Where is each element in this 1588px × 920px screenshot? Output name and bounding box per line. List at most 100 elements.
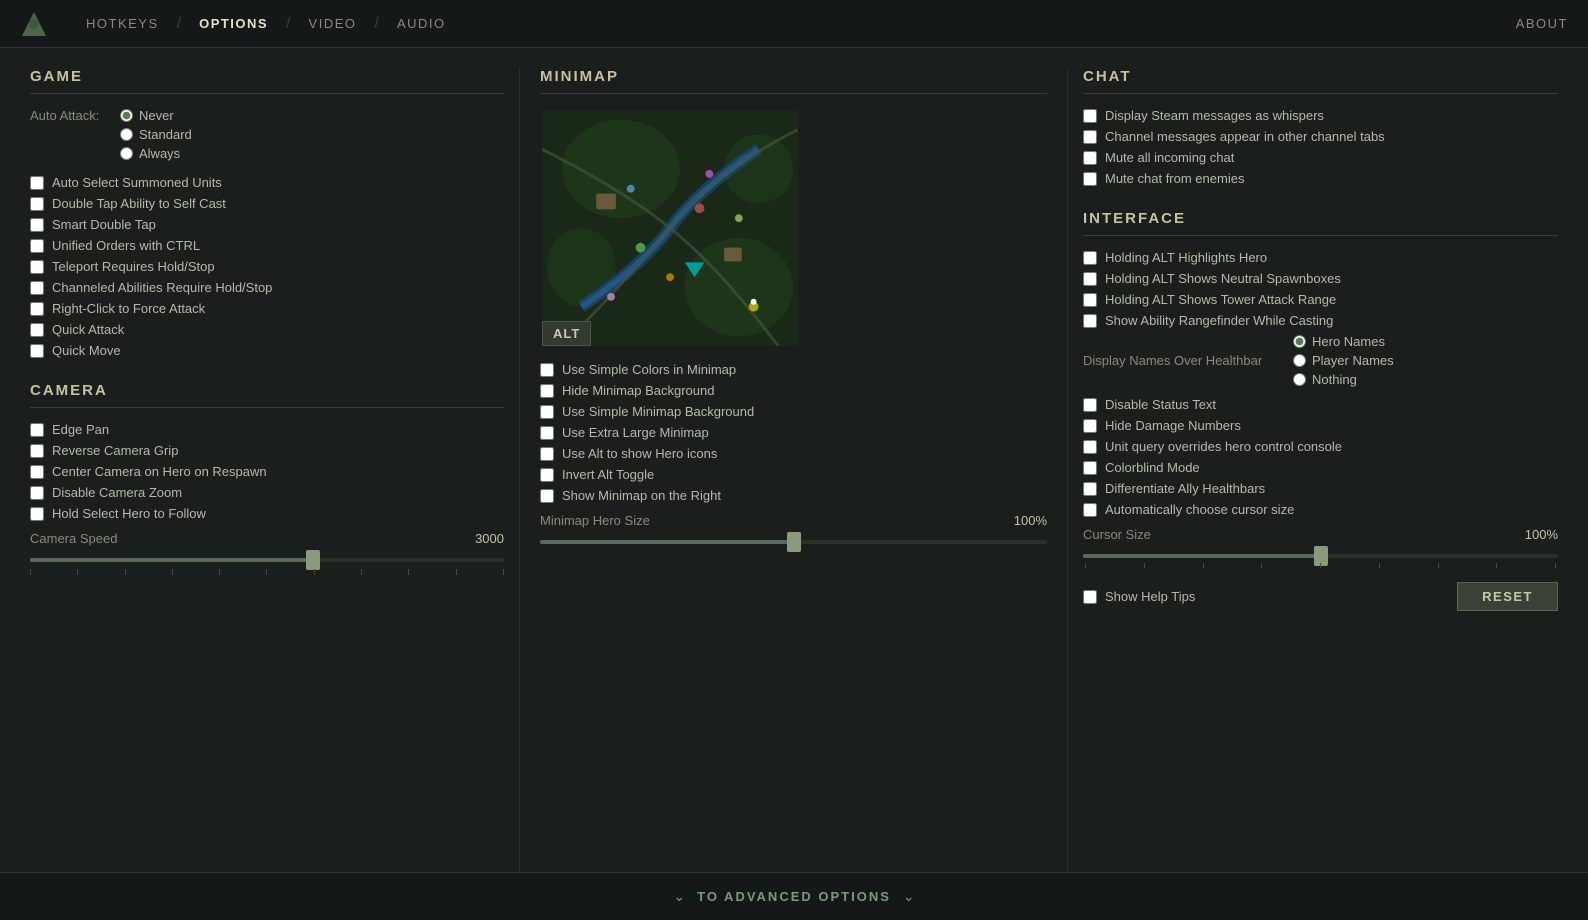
nav-about[interactable]: ABOUT [1516, 16, 1568, 31]
auto-attack-never-radio[interactable] [120, 109, 133, 122]
nav-video[interactable]: VIDEO [291, 0, 375, 48]
game-check-quick-move[interactable]: Quick Move [30, 343, 504, 358]
double-tap-checkbox[interactable] [30, 197, 44, 211]
unified-label: Unified Orders with CTRL [52, 238, 200, 253]
iface-check-hide-damage[interactable]: Hide Damage Numbers [1083, 418, 1558, 433]
game-check-auto-select[interactable]: Auto Select Summoned Units [30, 175, 504, 190]
game-check-unified[interactable]: Unified Orders with CTRL [30, 238, 504, 253]
minimap-check-alt-icons[interactable]: Use Alt to show Hero icons [540, 446, 1047, 461]
camera-speed-input[interactable] [30, 558, 504, 562]
auto-attack-always-radio[interactable] [120, 147, 133, 160]
hide-bg-checkbox[interactable] [540, 384, 554, 398]
steam-whispers-checkbox[interactable] [1083, 109, 1097, 123]
auto-attack-never-label[interactable]: Never [139, 108, 174, 123]
iface-check-holding-alt-tower[interactable]: Holding ALT Shows Tower Attack Range [1083, 292, 1558, 307]
disable-zoom-checkbox[interactable] [30, 486, 44, 500]
camera-check-edge-pan[interactable]: Edge Pan [30, 422, 504, 437]
mute-incoming-checkbox[interactable] [1083, 151, 1097, 165]
ability-range-checkbox[interactable] [1083, 314, 1097, 328]
dn-player-radio[interactable] [1293, 354, 1306, 367]
quick-move-checkbox[interactable] [30, 344, 44, 358]
chat-check-mute-enemies[interactable]: Mute chat from enemies [1083, 171, 1558, 186]
show-help-checkbox[interactable] [1083, 590, 1097, 604]
channel-msgs-label: Channel messages appear in other channel… [1105, 129, 1385, 144]
minimap-right-checkbox[interactable] [540, 489, 554, 503]
invert-alt-checkbox[interactable] [540, 468, 554, 482]
minimap-check-extra-large[interactable]: Use Extra Large Minimap [540, 425, 1047, 440]
chat-check-mute-incoming[interactable]: Mute all incoming chat [1083, 150, 1558, 165]
nav-options[interactable]: OPTIONS [181, 0, 286, 48]
minimap-check-invert-alt[interactable]: Invert Alt Toggle [540, 467, 1047, 482]
minimap-check-simple-colors[interactable]: Use Simple Colors in Minimap [540, 362, 1047, 377]
channel-msgs-checkbox[interactable] [1083, 130, 1097, 144]
nav-audio[interactable]: AUDIO [379, 0, 464, 48]
iface-check-holding-alt-spawn[interactable]: Holding ALT Shows Neutral Spawnboxes [1083, 271, 1558, 286]
auto-cursor-checkbox[interactable] [1083, 503, 1097, 517]
dn-nothing-radio[interactable] [1293, 373, 1306, 386]
iface-check-disable-status[interactable]: Disable Status Text [1083, 397, 1558, 412]
hero-size-input[interactable] [540, 540, 1047, 544]
advanced-options-link[interactable]: TO ADVANCED OPTIONS [697, 889, 891, 904]
channeled-checkbox[interactable] [30, 281, 44, 295]
holding-alt-spawn-checkbox[interactable] [1083, 272, 1097, 286]
nav-items: HOTKEYS / OPTIONS / VIDEO / AUDIO [68, 0, 1516, 48]
simple-bg-checkbox[interactable] [540, 405, 554, 419]
holding-alt-hero-checkbox[interactable] [1083, 251, 1097, 265]
show-help-row[interactable]: Show Help Tips [1083, 589, 1195, 604]
colorblind-checkbox[interactable] [1083, 461, 1097, 475]
reset-button[interactable]: RESET [1457, 582, 1558, 611]
dn-nothing-label[interactable]: Nothing [1312, 372, 1357, 387]
game-check-double-tap[interactable]: Double Tap Ability to Self Cast [30, 196, 504, 211]
minimap-check-minimap-right[interactable]: Show Minimap on the Right [540, 488, 1047, 503]
diff-ally-checkbox[interactable] [1083, 482, 1097, 496]
camera-check-center[interactable]: Center Camera on Hero on Respawn [30, 464, 504, 479]
nav-hotkeys[interactable]: HOTKEYS [68, 0, 177, 48]
camera-check-hold-select[interactable]: Hold Select Hero to Follow [30, 506, 504, 521]
edge-pan-checkbox[interactable] [30, 423, 44, 437]
simple-colors-checkbox[interactable] [540, 363, 554, 377]
chat-check-steam[interactable]: Display Steam messages as whispers [1083, 108, 1558, 123]
hide-damage-checkbox[interactable] [1083, 419, 1097, 433]
game-check-right-click[interactable]: Right-Click to Force Attack [30, 301, 504, 316]
iface-check-unit-query[interactable]: Unit query overrides hero control consol… [1083, 439, 1558, 454]
iface-check-colorblind[interactable]: Colorblind Mode [1083, 460, 1558, 475]
auto-attack-always-label[interactable]: Always [139, 146, 180, 161]
hold-select-checkbox[interactable] [30, 507, 44, 521]
auto-attack-standard-radio[interactable] [120, 128, 133, 141]
iface-check-auto-cursor[interactable]: Automatically choose cursor size [1083, 502, 1558, 517]
dn-hero-radio[interactable] [1293, 335, 1306, 348]
dn-hero-label[interactable]: Hero Names [1312, 334, 1385, 349]
reverse-cam-checkbox[interactable] [30, 444, 44, 458]
game-check-teleport[interactable]: Teleport Requires Hold/Stop [30, 259, 504, 274]
game-check-smart-double[interactable]: Smart Double Tap [30, 217, 504, 232]
quick-attack-checkbox[interactable] [30, 323, 44, 337]
holding-alt-tower-checkbox[interactable] [1083, 293, 1097, 307]
mute-enemies-checkbox[interactable] [1083, 172, 1097, 186]
camera-check-disable-zoom[interactable]: Disable Camera Zoom [30, 485, 504, 500]
logo-icon[interactable] [20, 10, 48, 38]
cursor-size-input[interactable] [1083, 554, 1558, 558]
teleport-checkbox[interactable] [30, 260, 44, 274]
alt-icons-checkbox[interactable] [540, 447, 554, 461]
minimap-check-simple-bg[interactable]: Use Simple Minimap Background [540, 404, 1047, 419]
unified-checkbox[interactable] [30, 239, 44, 253]
iface-check-holding-alt-hero[interactable]: Holding ALT Highlights Hero [1083, 250, 1558, 265]
cursor-size-value: 100% [1525, 527, 1558, 542]
iface-check-ability-range[interactable]: Show Ability Rangefinder While Casting [1083, 313, 1558, 328]
right-click-checkbox[interactable] [30, 302, 44, 316]
camera-check-reverse[interactable]: Reverse Camera Grip [30, 443, 504, 458]
center-cam-checkbox[interactable] [30, 465, 44, 479]
minimap-check-hide-bg[interactable]: Hide Minimap Background [540, 383, 1047, 398]
dn-player-label[interactable]: Player Names [1312, 353, 1394, 368]
auto-select-checkbox[interactable] [30, 176, 44, 190]
disable-status-checkbox[interactable] [1083, 398, 1097, 412]
diff-ally-label: Differentiate Ally Healthbars [1105, 481, 1265, 496]
game-check-quick-attack[interactable]: Quick Attack [30, 322, 504, 337]
iface-check-diff-ally[interactable]: Differentiate Ally Healthbars [1083, 481, 1558, 496]
chat-check-channel[interactable]: Channel messages appear in other channel… [1083, 129, 1558, 144]
smart-double-checkbox[interactable] [30, 218, 44, 232]
auto-attack-standard-label[interactable]: Standard [139, 127, 192, 142]
game-check-channeled[interactable]: Channeled Abilities Require Hold/Stop [30, 280, 504, 295]
unit-query-checkbox[interactable] [1083, 440, 1097, 454]
extra-large-checkbox[interactable] [540, 426, 554, 440]
